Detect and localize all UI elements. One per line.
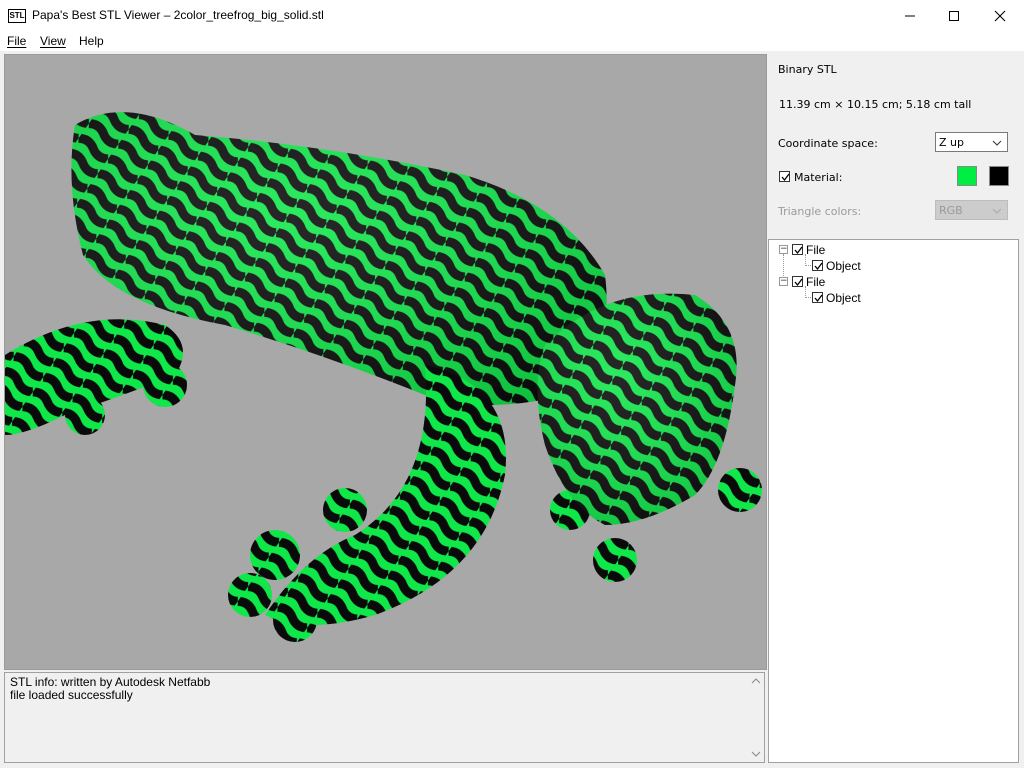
checkmark-icon: [814, 294, 823, 303]
title-bar: STL Papa's Best STL Viewer – 2color_tree…: [0, 0, 1024, 31]
checkmark-icon: [781, 173, 790, 182]
window-title: Papa's Best STL Viewer – 2color_treefrog…: [32, 8, 324, 22]
object-checkbox[interactable]: [812, 260, 823, 271]
secondary-color-swatch[interactable]: [989, 166, 1009, 186]
primary-color-swatch[interactable]: [957, 166, 977, 186]
triangle-colors-select[interactable]: RGB: [935, 200, 1008, 220]
menu-file-label: File: [7, 34, 27, 48]
checkmark-icon: [814, 262, 823, 271]
tree-item-object[interactable]: Object: [826, 259, 861, 273]
3d-viewport[interactable]: [4, 54, 767, 670]
tree-item-object[interactable]: Object: [826, 291, 861, 305]
coordinate-space-select[interactable]: Z up: [935, 132, 1008, 152]
minimize-button[interactable]: [887, 0, 933, 31]
chevron-down-icon: [992, 140, 1002, 146]
checkmark-icon: [794, 246, 803, 255]
minimize-icon: [905, 15, 915, 16]
chevron-down-icon: [992, 208, 1002, 214]
menu-view-label: View: [40, 34, 66, 48]
coordinate-space-label: Coordinate space:: [778, 137, 878, 150]
menu-file[interactable]: File: [7, 34, 26, 48]
material-label: Material:: [794, 171, 843, 184]
object-checkbox[interactable]: [812, 292, 823, 303]
close-icon: [994, 10, 1006, 21]
triangle-colors-value: RGB: [939, 204, 963, 217]
menu-help-label: Help: [79, 34, 104, 48]
file-format-label: Binary STL: [778, 63, 837, 76]
menu-view[interactable]: View: [40, 34, 66, 48]
frog-body: [5, 112, 762, 642]
file-tree[interactable]: − File Object − File Object: [768, 239, 1019, 763]
menu-help[interactable]: Help: [79, 34, 104, 48]
app-icon: STL: [8, 9, 26, 23]
scroll-arrows-icon: [751, 678, 761, 757]
tree-item-file[interactable]: File: [806, 243, 825, 257]
collapse-toggle[interactable]: −: [779, 277, 788, 286]
maximize-icon: [949, 10, 959, 21]
collapse-toggle[interactable]: −: [779, 245, 788, 254]
frog-model-render: [5, 112, 762, 642]
menu-bar: File View Help: [0, 31, 1024, 51]
triangle-colors-label: Triangle colors:: [778, 205, 862, 218]
coordinate-space-value: Z up: [939, 136, 964, 149]
tree-item-file[interactable]: File: [806, 275, 825, 289]
log-line: file loaded successfully: [10, 688, 133, 702]
file-checkbox[interactable]: [792, 276, 803, 287]
maximize-button[interactable]: [931, 0, 977, 31]
log-scrollbar[interactable]: [748, 673, 764, 762]
log-output[interactable]: STL info: written by Autodesk Netfabb fi…: [4, 672, 765, 763]
material-checkbox[interactable]: [779, 171, 790, 182]
close-button[interactable]: [977, 0, 1023, 31]
dimensions-label: 11.39 cm × 10.15 cm; 5.18 cm tall: [779, 98, 972, 111]
file-checkbox[interactable]: [792, 244, 803, 255]
checkmark-icon: [794, 278, 803, 287]
